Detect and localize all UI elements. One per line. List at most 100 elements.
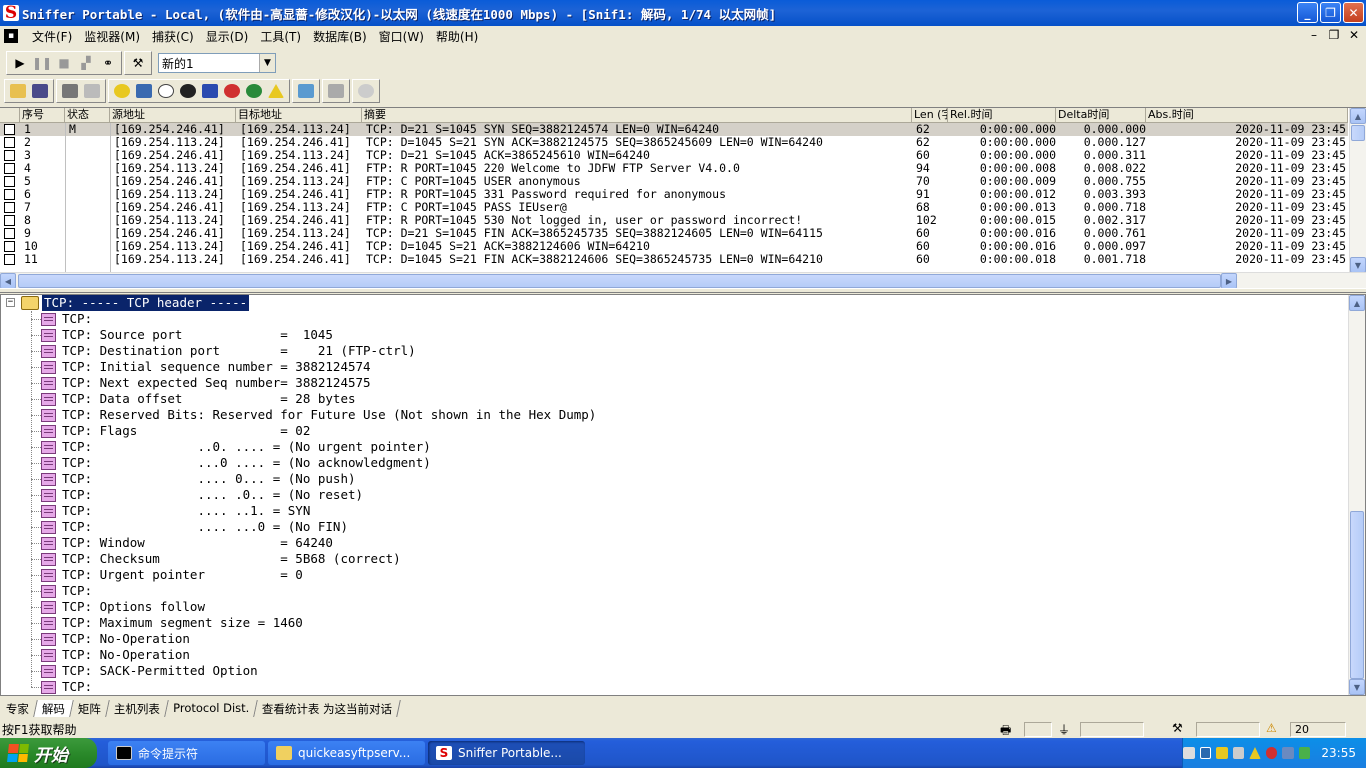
decode-line[interactable]: TCP: Reserved Bits: Reserved for Future …	[1, 407, 1349, 423]
decode-line[interactable]: TCP: Initial sequence number = 388212457…	[1, 359, 1349, 375]
pause-capture-icon[interactable]: ❚❚	[31, 53, 53, 73]
packet-row[interactable]: 10 [169.254.113.24] [169.254.246.41] TCP: D…	[0, 240, 1348, 253]
packet-checkbox[interactable]	[4, 124, 15, 135]
scroll-right-icon[interactable]: ▶	[1221, 273, 1237, 289]
print-icon[interactable]	[59, 81, 81, 101]
security-shield-icon[interactable]	[1216, 747, 1228, 759]
child-restore-icon[interactable]: ❐	[1326, 28, 1342, 42]
tcp-header-node[interactable]: − TCP: ----- TCP header -----	[1, 295, 1349, 312]
packet-checkbox[interactable]	[4, 215, 15, 226]
tab-decode[interactable]: 解码	[34, 700, 74, 717]
packet-generator-icon[interactable]	[325, 81, 347, 101]
column-rel-time-header[interactable]: Rel.时间	[948, 108, 1056, 123]
close-button[interactable]: ✕	[1343, 2, 1364, 23]
decode-line[interactable]: TCP: Flags = 02	[1, 423, 1349, 439]
stop-disabled-icon[interactable]	[355, 81, 377, 101]
decode-line[interactable]: TCP: No-Operation	[1, 647, 1349, 663]
task-ftp-server-folder[interactable]: quickeasyftpserv...	[268, 741, 425, 765]
summary-horizontal-thumb[interactable]	[18, 274, 1221, 288]
print-preview-icon[interactable]	[81, 81, 103, 101]
decode-line[interactable]: TCP: .... 0... = (No push)	[1, 471, 1349, 487]
decode-line[interactable]: TCP: ..0. .... = (No urgent pointer)	[1, 439, 1349, 455]
decode-line[interactable]: TCP: .... ...0 = (No FIN)	[1, 519, 1349, 535]
packet-row[interactable]: 1 M [169.254.246.41] [169.254.113.24] TCP: D…	[0, 123, 1348, 136]
child-minimize-icon[interactable]: –	[1306, 28, 1322, 42]
protocol-distribution-icon[interactable]	[221, 81, 243, 101]
tab-host-table[interactable]: 主机列表	[106, 700, 169, 717]
packet-checkbox[interactable]	[4, 150, 15, 161]
menu-help[interactable]: 帮助(H)	[430, 28, 484, 45]
menu-file[interactable]: 文件(F)	[26, 28, 78, 45]
host-table-icon[interactable]	[133, 81, 155, 101]
decode-line[interactable]: TCP: SACK-Permitted Option	[1, 663, 1349, 679]
packet-checkbox[interactable]	[4, 176, 15, 187]
column-destination-header[interactable]: 目标地址	[236, 108, 362, 123]
column-abs-time-header[interactable]: Abs.时间	[1146, 108, 1348, 123]
summary-scroll-thumb[interactable]	[1351, 125, 1365, 141]
packet-row[interactable]: 11 [169.254.113.24] [169.254.246.41] TCP: D…	[0, 253, 1348, 266]
history-samples-icon[interactable]	[199, 81, 221, 101]
packet-checkbox[interactable]	[4, 254, 15, 265]
collapse-icon[interactable]: −	[6, 298, 15, 307]
decode-line[interactable]: TCP: .... ..1. = SYN	[1, 503, 1349, 519]
lock-tray-icon[interactable]	[1232, 747, 1245, 759]
decode-line[interactable]: TCP: ...0 .... = (No acknowledgment)	[1, 455, 1349, 471]
summary-vertical-scrollbar[interactable]: ▲ ▼	[1349, 108, 1366, 272]
tab-expert[interactable]: 专家	[0, 700, 38, 717]
update-tray-icon[interactable]	[1298, 747, 1311, 759]
decode-line[interactable]: TCP: Destination port = 21 (FTP-ctrl)	[1, 343, 1349, 359]
network-tray-icon[interactable]	[1282, 747, 1294, 759]
detail-vertical-scrollbar[interactable]: ▲ ▼	[1348, 295, 1365, 695]
address-book-icon[interactable]	[295, 81, 317, 101]
decode-line[interactable]: TCP: Window = 64240	[1, 535, 1349, 551]
column-length-header[interactable]: Len (字	[912, 108, 948, 123]
packet-checkbox[interactable]	[4, 137, 15, 148]
packet-row[interactable]: 4 [169.254.113.24] [169.254.246.41] FTP: R …	[0, 162, 1348, 175]
decode-line[interactable]: TCP: Maximum segment size = 1460	[1, 615, 1349, 631]
detail-scroll-thumb[interactable]	[1350, 511, 1364, 679]
packet-row[interactable]: 9 [169.254.246.41] [169.254.113.24] TCP: D=…	[0, 227, 1348, 240]
open-folder-icon[interactable]	[7, 81, 29, 101]
task-sniffer-portable[interactable]: S Sniffer Portable...	[428, 741, 585, 765]
minimize-button[interactable]: _	[1297, 2, 1318, 23]
packet-row[interactable]: 2 [169.254.113.24] [169.254.246.41] TCP: D=…	[0, 136, 1348, 149]
packet-row[interactable]: 3 [169.254.246.41] [169.254.113.24] TCP: D=…	[0, 149, 1348, 162]
summary-horizontal-scrollbar[interactable]: ◀ ▶	[0, 272, 1366, 289]
decode-line[interactable]: TCP: No-Operation	[1, 631, 1349, 647]
column-number-header[interactable]: 序号	[20, 108, 65, 123]
save-icon[interactable]	[29, 81, 51, 101]
decode-line[interactable]: TCP: Checksum = 5B68 (correct)	[1, 551, 1349, 567]
decode-line[interactable]: TCP: Next expected Seq number= 388212457…	[1, 375, 1349, 391]
decode-line[interactable]: TCP: Data offset = 28 bytes	[1, 391, 1349, 407]
start-capture-icon[interactable]: ▶	[9, 53, 31, 73]
column-summary-header[interactable]: 摘要	[362, 108, 912, 123]
menu-database[interactable]: 数据库(B)	[307, 28, 373, 45]
alarm-log-icon[interactable]	[265, 81, 287, 101]
restore-button[interactable]: ❐	[1320, 2, 1341, 23]
decode-line[interactable]: TCP:	[1, 679, 1349, 695]
shield-alert-icon[interactable]	[1265, 747, 1278, 759]
packet-checkbox[interactable]	[4, 163, 15, 174]
chevron-down-icon[interactable]: ▼	[259, 54, 275, 72]
column-status-header[interactable]: 状态	[65, 108, 110, 123]
display-binoculars-icon[interactable]: ⚭	[97, 53, 119, 73]
language-tray-icon[interactable]	[1199, 747, 1212, 759]
column-checkbox-header[interactable]	[0, 108, 20, 123]
menu-tools[interactable]: 工具(T)	[254, 28, 307, 45]
warning-tray-icon[interactable]	[1249, 747, 1261, 759]
packet-checkbox[interactable]	[4, 189, 15, 200]
stop-and-display-icon[interactable]: ▞	[75, 53, 97, 73]
menu-capture[interactable]: 捕获(C)	[146, 28, 200, 45]
decode-line[interactable]: TCP: .... .0.. = (No reset)	[1, 487, 1349, 503]
scroll-up-icon[interactable]: ▲	[1350, 108, 1366, 124]
task-command-prompt[interactable]: 命令提示符	[108, 741, 265, 765]
packet-row[interactable]: 6 [169.254.113.24] [169.254.246.41] FTP: R …	[0, 188, 1348, 201]
scroll-left-icon[interactable]: ◀	[0, 273, 16, 289]
menu-monitor[interactable]: 监视器(M)	[78, 28, 146, 45]
start-button[interactable]: 开始	[0, 738, 97, 768]
application-response-icon[interactable]	[177, 81, 199, 101]
child-window-icon[interactable]: ▪	[4, 29, 18, 43]
decode-line[interactable]: TCP:	[1, 311, 1349, 327]
packet-checkbox[interactable]	[4, 202, 15, 213]
decode-line[interactable]: TCP:	[1, 583, 1349, 599]
